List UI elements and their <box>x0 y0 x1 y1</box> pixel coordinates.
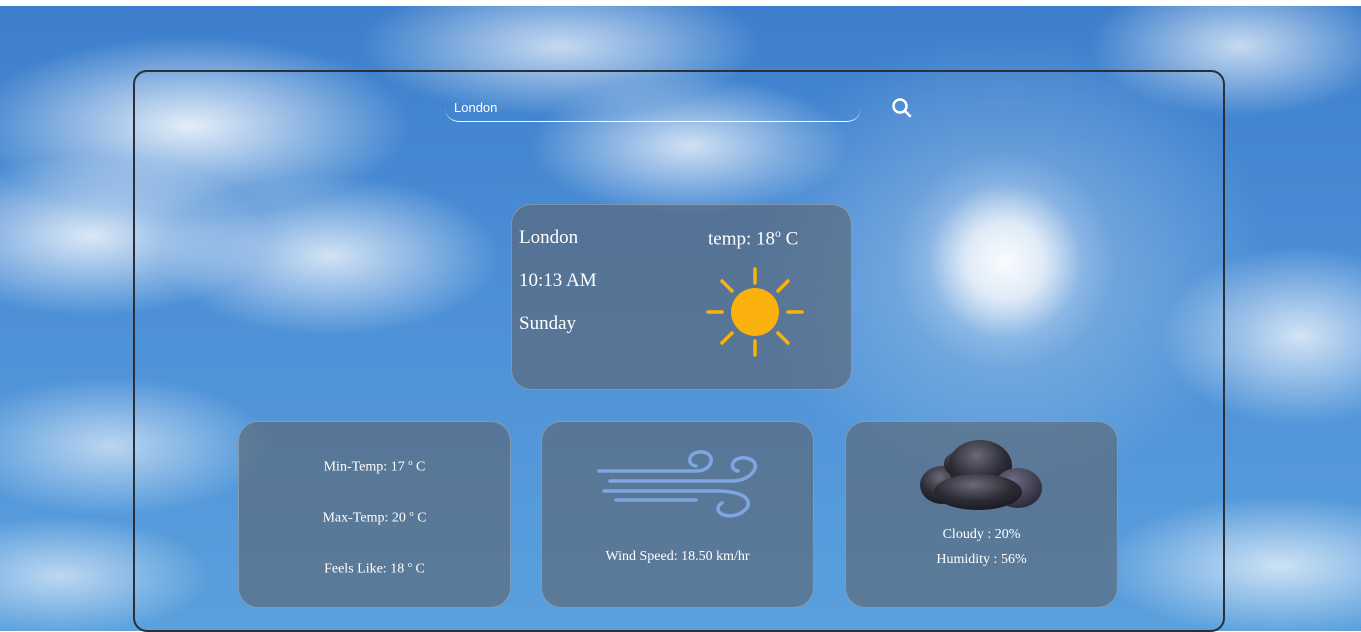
feels-like-value: 18 <box>390 561 405 577</box>
city-search-input[interactable] <box>445 93 861 122</box>
search-button[interactable] <box>890 96 914 120</box>
wind-icon <box>597 450 757 518</box>
temperature-details-card: Min-Temp: 17 o C Max-Temp: 20 o C Feels … <box>238 421 511 608</box>
max-temp-value: 20 <box>391 510 406 526</box>
wind-speed-value: 18.50 km/hr <box>681 549 750 564</box>
local-time: 10:13 AM <box>519 270 597 291</box>
feels-like: Feels Like: 18 o C <box>239 559 510 578</box>
feels-like-label: Feels Like: <box>324 561 391 577</box>
temp-value: 18 <box>756 228 776 250</box>
humidity-value: 56% <box>1000 552 1027 567</box>
cloudiness: Cloudy : 20% <box>846 527 1117 543</box>
min-temp-label: Min-Temp: <box>323 459 391 475</box>
humidity: Humidity : 56% <box>846 552 1117 568</box>
current-weather-card: London 10:13 AM Sunday temp: 18o C <box>511 204 852 390</box>
search-icon <box>892 98 912 118</box>
cloudiness-value: 20% <box>994 527 1021 542</box>
min-temp-value: 17 <box>390 459 405 475</box>
wind-card: Wind Speed: 18.50 km/hr <box>541 421 814 608</box>
temp-unit: C <box>413 510 427 526</box>
wind-speed-label: Wind Speed: <box>605 549 682 564</box>
temp-unit: C <box>412 459 426 475</box>
temp-unit: C <box>412 561 425 577</box>
wind-speed: Wind Speed: 18.50 km/hr <box>542 549 813 565</box>
max-temp-label: Max-Temp: <box>322 510 392 526</box>
sun-icon <box>706 267 804 357</box>
city-name: London <box>519 227 579 248</box>
cloudiness-label: Cloudy : <box>942 527 995 542</box>
max-temp: Max-Temp: 20 o C <box>239 508 510 527</box>
cloud-humidity-card: Cloudy : 20% Humidity : 56% <box>845 421 1118 608</box>
min-temp: Min-Temp: 17 o C <box>239 457 510 476</box>
current-temp: temp: 18o C <box>708 227 798 250</box>
day-name: Sunday <box>519 313 576 334</box>
dark-cloud-icon <box>920 440 1042 510</box>
temp-unit: C <box>780 228 799 250</box>
humidity-label: Humidity : <box>936 552 1001 567</box>
temp-label: temp: <box>708 228 757 250</box>
